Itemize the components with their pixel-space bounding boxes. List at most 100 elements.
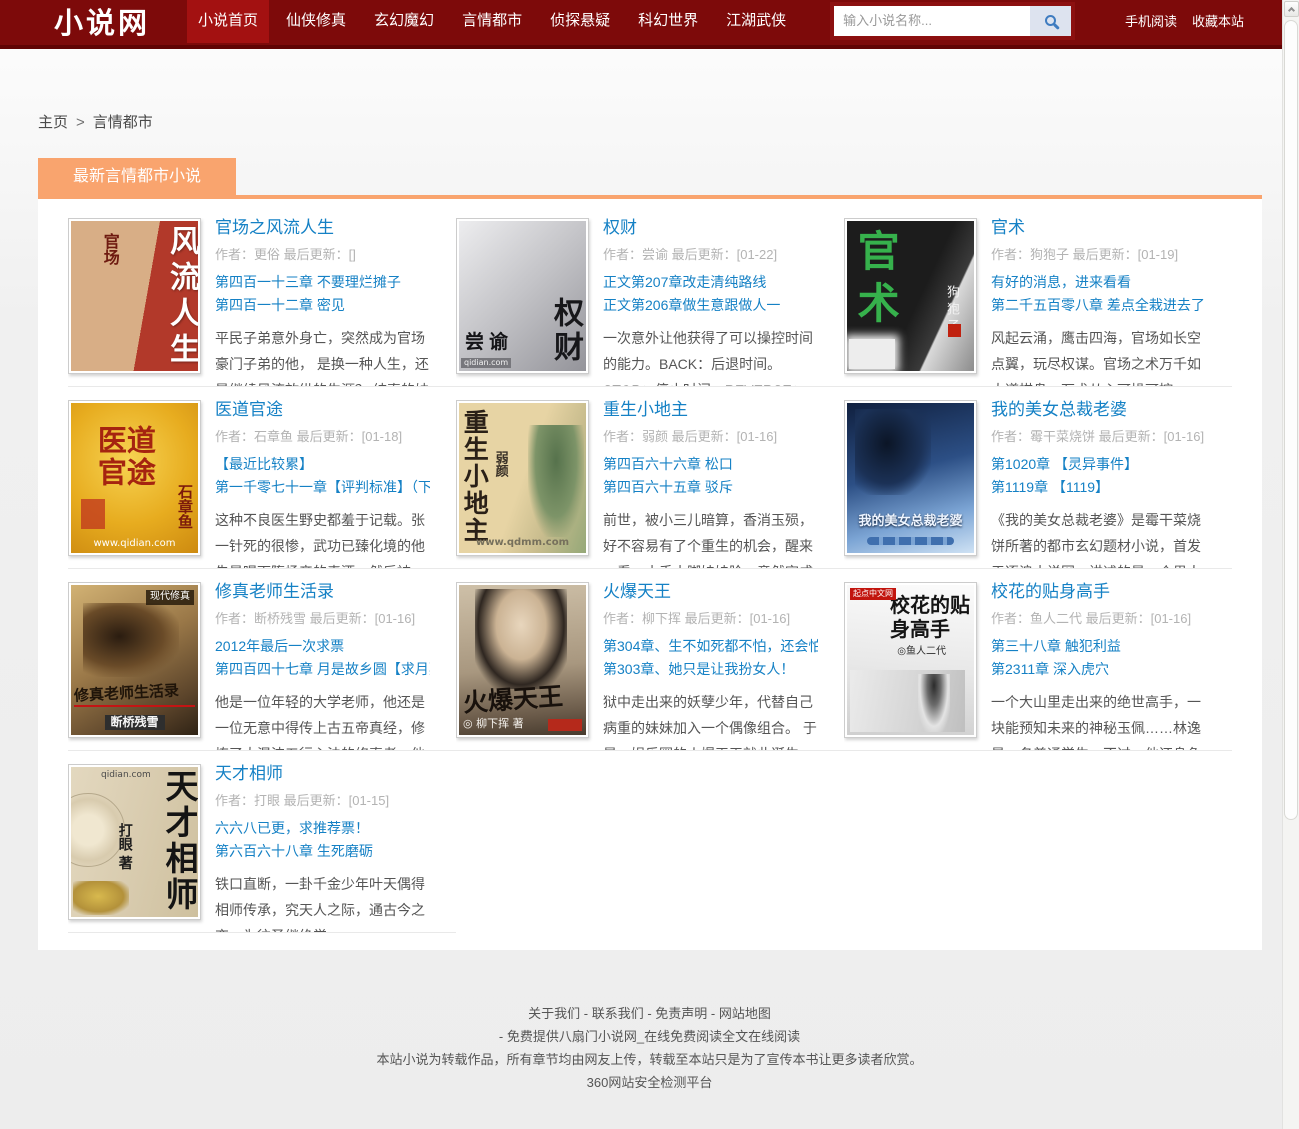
book-card: 重生小地主 弱颜 www.qdmm.com 重生小地主 作者：弱颜 最后更新：[… [456, 400, 844, 569]
chapter-link[interactable]: 正文第206章做生意跟做人一 [603, 294, 818, 317]
book-title-link[interactable]: 官场之风流人生 [215, 218, 334, 238]
book-info: 医道官途 作者：石章鱼 最后更新：[01-18] 【最近比较累】 第一千零七十一… [215, 400, 430, 568]
chapter-link[interactable]: 有好的消息，进来看看 [991, 271, 1206, 294]
book-info: 修真老师生活录 作者：断桥残雪 最后更新：[01-16] 2012年最后一次求票… [215, 582, 430, 750]
chapter-link[interactable]: 第三十八章 触犯利益 [991, 635, 1206, 658]
book-card: 我的美女总裁老婆 我的美女总裁老婆 作者：霉干菜烧饼 最后更新：[01-16] … [844, 400, 1232, 569]
page-footer: 关于我们 - 联系我们 - 免责声明 - 网站地图 - 免费提供八扇门小说网_在… [0, 950, 1299, 1089]
cover-author-text: 石章鱼 [176, 484, 192, 529]
book-cover-image: 天才相师 打眼 著 qidian.com [71, 767, 198, 917]
chapter-link[interactable]: 第四百四十七章 月是故乡圆【求月票 [215, 658, 430, 681]
book-title-link[interactable]: 修真老师生活录 [215, 582, 334, 602]
book-cover-link[interactable]: 校花的贴身高手 ◎鱼人二代 起点中文网 [844, 582, 977, 738]
chapter-link[interactable]: 第1020章 【灵异事件】 [991, 453, 1206, 476]
breadcrumb-home-link[interactable]: 主页 [38, 114, 68, 131]
book-info: 火爆天王 作者：柳下挥 最后更新：[01-16] 第304章、生不如死都不怕，还… [603, 582, 818, 750]
nav-item[interactable]: 小说首页 [187, 0, 269, 43]
vertical-scrollbar[interactable] [1282, 0, 1299, 1129]
cover-title-text: 官术 [853, 229, 897, 333]
chapter-link[interactable]: 2012年最后一次求票 [215, 635, 430, 658]
footer-security-link[interactable]: 360网站安全检测平台 [587, 1075, 713, 1090]
book-title-link[interactable]: 权财 [603, 218, 637, 238]
book-chapters: 第1020章 【灵异事件】 第1119章 【1119】 [991, 453, 1206, 499]
book-chapters: 第四百一十三章 不要理烂摊子 第四百一十二章 密见 [215, 271, 430, 317]
chapter-link[interactable]: 第四百六十五章 驳斥 [603, 476, 818, 499]
book-card: 校花的贴身高手 ◎鱼人二代 起点中文网 校花的贴身高手 作者：鱼人二代 最后更新… [844, 582, 1232, 751]
search-box [830, 2, 1075, 40]
cover-author-text: ◎鱼人二代 [897, 647, 946, 658]
book-title-link[interactable]: 重生小地主 [603, 400, 688, 420]
scrollbar-thumb[interactable] [1284, 20, 1298, 820]
footer-link[interactable]: 网站地图 [719, 1006, 771, 1021]
search-input[interactable] [834, 6, 1030, 36]
chapter-link[interactable]: 第四百一十三章 不要理烂摊子 [215, 271, 430, 294]
nav-item[interactable]: 江湖武侠 [715, 0, 797, 43]
book-cover-image: 风流人生 官场 [71, 221, 198, 371]
book-meta: 作者：柳下挥 最后更新：[01-16] [603, 608, 818, 627]
book-info: 校花的贴身高手 作者：鱼人二代 最后更新：[01-16] 第三十八章 触犯利益 … [991, 582, 1206, 750]
footer-nav-links: 关于我们 - 联系我们 - 免责声明 - 网站地图 [0, 1007, 1299, 1020]
search-button[interactable] [1030, 6, 1071, 36]
book-cover-link[interactable]: 权财 尝谕 qidian.com [456, 218, 589, 374]
chapter-link[interactable]: 【最近比较累】 [215, 453, 430, 476]
site-logo[interactable]: 小说网 [54, 0, 150, 42]
nav-item[interactable]: 仙侠修真 [275, 0, 357, 43]
book-cover-link[interactable]: 修真老师生活录 断桥残雪 现代修真 [68, 582, 201, 738]
book-title-link[interactable]: 天才相师 [215, 764, 283, 784]
book-cover-link[interactable]: 官术 狗狍子 [844, 218, 977, 374]
chapter-link[interactable]: 第一千零七十一章【评判标准】（下） [215, 476, 430, 499]
cover-author-text: ◎ 柳下挥 著 [463, 718, 524, 730]
nav-item[interactable]: 侦探悬疑 [539, 0, 621, 43]
book-description: 前世，被小三儿暗算，香消玉殒，好不容易有了个重生的机会，醒来一看，小手小脚娃娃脸… [603, 507, 818, 568]
header-link[interactable]: 手机阅读 [1125, 11, 1177, 30]
chapter-link[interactable]: 第2311章 深入虎穴 [991, 658, 1206, 681]
book-description: 平民子弟意外身亡，突然成为官场豪门子弟的他， 是换一种人生，还是继续风流放纵的生… [215, 325, 430, 386]
book-meta: 作者：断桥残雪 最后更新：[01-16] [215, 608, 430, 627]
footer-link[interactable]: 免责声明 [655, 1006, 707, 1021]
cover-watermark-text: 现代修真 [146, 590, 194, 605]
book-cover-link[interactable]: 重生小地主 弱颜 www.qdmm.com [456, 400, 589, 556]
book-cover-link[interactable]: 天才相师 打眼 著 qidian.com [68, 764, 201, 920]
book-title-link[interactable]: 火爆天王 [603, 582, 671, 602]
nav-item[interactable]: 科幻世界 [627, 0, 709, 43]
breadcrumb-current: 言情都市 [93, 114, 153, 131]
book-title-link[interactable]: 医道官途 [215, 400, 283, 420]
book-card: 风流人生 官场 官场之风流人生 作者：更俗 最后更新：[] 第四百一十三章 不要… [68, 218, 456, 387]
cover-title-text: 我的美女总裁老婆 [858, 515, 962, 529]
book-title-link[interactable]: 我的美女总裁老婆 [991, 400, 1127, 420]
chapter-link[interactable]: 第四百六十六章 松口 [603, 453, 818, 476]
chapter-link[interactable]: 第六百六十八章 生死磨砺 [215, 840, 430, 863]
chapter-link[interactable]: 正文第207章改走清纯路线 [603, 271, 818, 294]
footer-link[interactable]: 联系我们 [592, 1006, 644, 1021]
book-title-link[interactable]: 校花的贴身高手 [991, 582, 1110, 602]
chapter-link[interactable]: 第四百一十二章 密见 [215, 294, 430, 317]
book-cover-link[interactable]: 我的美女总裁老婆 [844, 400, 977, 556]
book-cover-image: 火爆天王 ◎ 柳下挥 著 [459, 585, 586, 735]
cover-watermark-text: qidian.com [101, 771, 151, 780]
chapter-link[interactable]: 第303章、她只是让我扮女人！ [603, 658, 818, 681]
chapter-link[interactable]: 第二千五百零八章 差点全栽进去了 [991, 294, 1206, 317]
book-description: 风起云涌，鹰击四海，官场如长空点翼，玩尽权谋。官场之术万千如大道棋盘，万术从心可… [991, 325, 1206, 386]
header-links: 手机阅读收藏本站 [1125, 11, 1244, 30]
footer-link[interactable]: 关于我们 [528, 1006, 580, 1021]
footer-disclaimer: 本站小说为转载作品，所有章节均由网友上传，转载至本站只是为了宣传本书让更多读者欣… [0, 1053, 1299, 1066]
book-cover-link[interactable]: 风流人生 官场 [68, 218, 201, 374]
header-link[interactable]: 收藏本站 [1192, 11, 1244, 30]
nav-item[interactable]: 言情都市 [451, 0, 533, 43]
book-title-link[interactable]: 官术 [991, 218, 1025, 238]
chapter-link[interactable]: 六六八已更，求推荐票！ [215, 817, 430, 840]
scroll-up-button[interactable] [1284, 1, 1299, 17]
chapter-link[interactable]: 第304章、生不如死都不怕，还会怕死？ [603, 635, 818, 658]
chapter-link[interactable]: 第1119章 【1119】 [991, 476, 1206, 499]
book-card: 修真老师生活录 断桥残雪 现代修真 修真老师生活录 作者：断桥残雪 最后更新：[… [68, 582, 456, 751]
book-description: 这种不良医生野史都羞于记载。张一针死的很惨，武功已臻化境的他先是喝下隋炀帝的毒酒… [215, 507, 430, 568]
book-cover-image: 权财 尝谕 qidian.com [459, 221, 586, 371]
book-card: 天才相师 打眼 著 qidian.com 天才相师 作者：打眼 最后更新：[01… [68, 764, 456, 933]
breadcrumb-separator: > [76, 114, 85, 131]
search-icon [1045, 15, 1056, 26]
book-meta: 作者：打眼 最后更新：[01-15] [215, 790, 430, 809]
nav-item[interactable]: 玄幻魔幻 [363, 0, 445, 43]
book-cover-link[interactable]: 火爆天王 ◎ 柳下挥 著 [456, 582, 589, 738]
book-chapters: 第四百六十六章 松口 第四百六十五章 驳斥 [603, 453, 818, 499]
book-cover-link[interactable]: 医道官途 石章鱼 www.qidian.com [68, 400, 201, 556]
